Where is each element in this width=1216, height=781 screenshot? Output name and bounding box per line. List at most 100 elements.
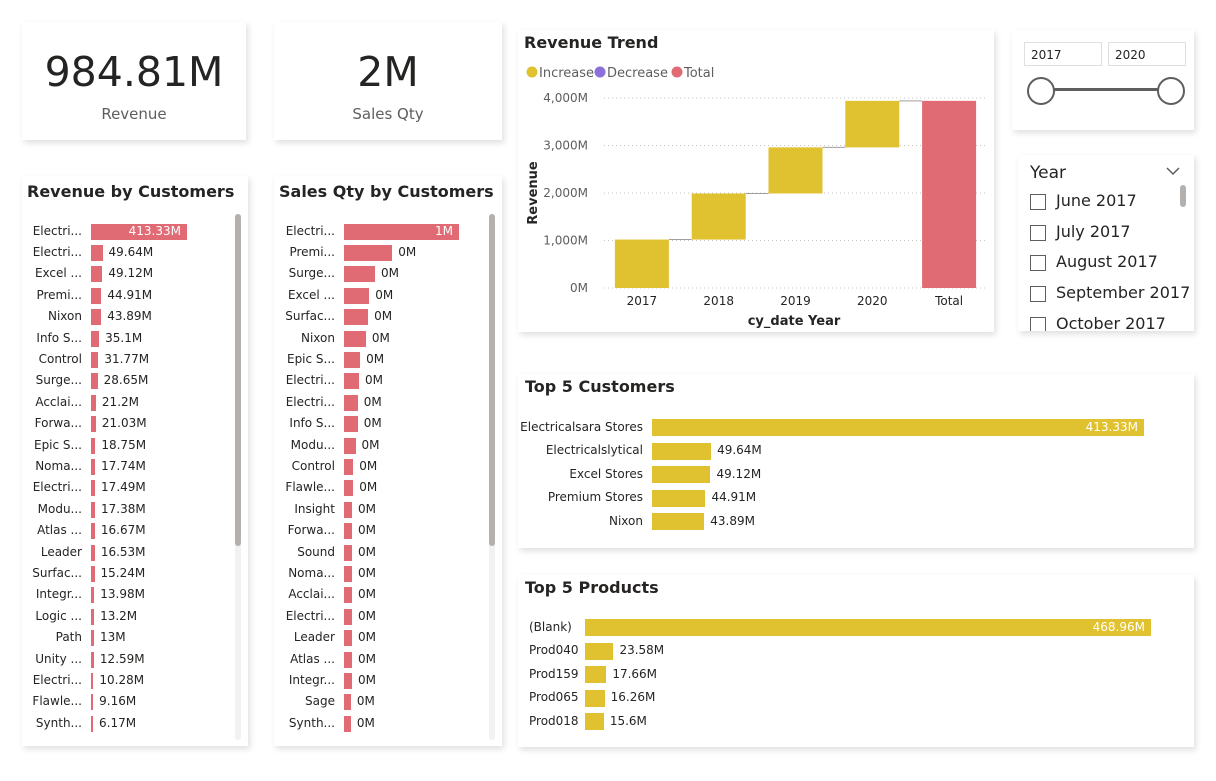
checkbox[interactable] xyxy=(1030,194,1046,210)
top-customer-category-label: Electricalsara Stores xyxy=(520,419,643,434)
sales-qty-by-customer-bar[interactable] xyxy=(344,608,353,625)
revenue-by-customer-bar[interactable] xyxy=(91,651,94,668)
revenue-by-customer-bar[interactable] xyxy=(91,394,96,411)
slider-track[interactable] xyxy=(1040,88,1168,91)
sales-qty-by-customer-bar[interactable] xyxy=(344,672,353,689)
revenue-by-customer-value-label: 16.53M xyxy=(100,544,146,559)
sales-qty-by-customer-bar[interactable] xyxy=(344,651,353,668)
start-year-input[interactable]: 2017 xyxy=(1024,42,1102,66)
revenue-by-customer-bar[interactable] xyxy=(91,565,95,582)
sales-qty-by-customer-bar[interactable] xyxy=(344,330,366,347)
top-5-customers-title: Top 5 Customers xyxy=(525,377,675,396)
revenue-by-customer-bar[interactable] xyxy=(91,523,95,540)
y-tick-label: 3,000M xyxy=(543,139,588,153)
sales-qty-by-customer-category-label: Insight xyxy=(294,501,335,516)
top-product-bar[interactable] xyxy=(585,642,614,660)
revenue-by-customer-bar[interactable] xyxy=(91,544,95,561)
sales-qty-by-customer-category-label: Electri... xyxy=(285,394,335,409)
sales-qty-by-customer-category-label: Sound xyxy=(297,544,335,559)
sales-qty-by-customer-bar[interactable] xyxy=(344,458,354,475)
revenue-by-customer-bar[interactable] xyxy=(91,351,99,368)
revenue-trend-chart: Increase Decrease Total 0M 1,000M 2,000M 3,000… xyxy=(526,66,988,329)
x-tick-label: Total xyxy=(934,294,963,308)
sales-qty-by-customer-bar[interactable] xyxy=(344,694,351,711)
sales-qty-by-customer-bar[interactable] xyxy=(344,715,351,732)
revenue-by-customer-bar[interactable] xyxy=(91,330,100,347)
sales-qty-by-customer-category-label: Nixon xyxy=(301,330,335,345)
sales-qty-by-customer-bar[interactable] xyxy=(344,244,393,261)
sales-qty-by-customer-bar[interactable] xyxy=(344,501,353,518)
sales-qty-by-customer-bar[interactable] xyxy=(344,394,358,411)
revenue-by-customer-bar[interactable] xyxy=(91,501,96,518)
revenue-by-customer-bar[interactable] xyxy=(91,458,96,475)
sales-qty-by-customer-value-label: 0M xyxy=(358,565,377,580)
revenue-by-customer-category-label: Unity ... xyxy=(35,651,82,666)
sales-qty-by-customer-bar[interactable] xyxy=(344,373,359,390)
top-customer-bar[interactable] xyxy=(652,489,706,507)
revenue-by-customer-value-label: 6.17M xyxy=(99,715,137,730)
revenue-by-customers-scroll-thumb[interactable] xyxy=(235,214,241,546)
top-product-bar[interactable] xyxy=(585,689,605,707)
revenue-by-customer-bar[interactable] xyxy=(91,480,96,497)
x-axis-title: cy_date Year xyxy=(748,314,841,329)
sales-qty-by-customer-bar[interactable] xyxy=(344,480,354,497)
revenue-by-customer-bar[interactable] xyxy=(91,266,103,283)
revenue-by-customer-bar[interactable] xyxy=(91,608,95,625)
sales-qty-by-customer-bar[interactable] xyxy=(344,416,358,433)
slider-end-handle[interactable] xyxy=(1157,77,1185,105)
sales-qty-by-customer-value-label: 0M xyxy=(375,287,394,302)
revenue-by-customer-bar[interactable] xyxy=(91,373,98,390)
revenue-by-customer-value-label: 17.49M xyxy=(101,480,146,495)
slider-start-handle[interactable] xyxy=(1027,77,1055,105)
chevron-down-icon[interactable] xyxy=(1166,167,1180,177)
top-product-bar[interactable] xyxy=(585,666,607,683)
sales-qty-by-customer-value-label: 0M xyxy=(358,501,377,516)
revenue-by-customer-value-label: 43.89M xyxy=(107,309,152,324)
revenue-by-customer-category-label: Modu... xyxy=(37,501,82,516)
sales-qty-by-customer-bar[interactable] xyxy=(344,544,353,561)
top-5-products-visual: Top 5 Products (Blank) 468.96M Prod040 23.5… xyxy=(518,575,1194,747)
sales-qty-by-customer-bar[interactable] xyxy=(344,565,353,582)
revenue-by-customer-category-label: Acclai... xyxy=(35,394,82,409)
sales-qty-by-customer-category-label: Control xyxy=(291,458,335,473)
revenue-by-customer-bar[interactable] xyxy=(91,416,96,433)
top-customer-bar[interactable] xyxy=(652,466,711,483)
top-customer-bar[interactable] xyxy=(652,442,712,460)
sales-qty-by-customers-scroll-thumb[interactable] xyxy=(489,214,495,546)
sales-qty-by-customer-bar[interactable] xyxy=(344,351,361,368)
revenue-by-customer-bar[interactable] xyxy=(91,672,94,689)
checkbox[interactable] xyxy=(1030,224,1046,241)
revenue-by-customer-bar[interactable] xyxy=(91,309,102,326)
checkbox[interactable] xyxy=(1030,255,1046,272)
revenue-by-customer-bar[interactable] xyxy=(91,437,96,454)
top-product-category-label: Prod065 xyxy=(529,690,579,704)
sales-qty-by-customer-bar[interactable] xyxy=(344,587,353,604)
checkbox[interactable] xyxy=(1030,316,1046,331)
top-customer-bar[interactable] xyxy=(652,513,705,530)
sales-qty-by-customer-bar[interactable] xyxy=(344,309,369,326)
sales-qty-by-customer-bar[interactable] xyxy=(344,266,376,283)
year-slicer-item-label: October 2017 xyxy=(1056,313,1166,331)
revenue-by-customer-bar[interactable] xyxy=(91,287,102,304)
sales-qty-by-customers-title: Sales Qty by Customers xyxy=(279,182,494,201)
sales-qty-by-customer-value-label: 0M xyxy=(398,244,417,259)
top-product-bar[interactable] xyxy=(585,713,604,730)
sales-qty-by-customer-bar[interactable] xyxy=(344,437,356,454)
revenue-by-customer-bar[interactable] xyxy=(91,694,94,711)
sales-qty-by-customer-bar[interactable] xyxy=(344,287,370,304)
revenue-by-customer-bar[interactable] xyxy=(91,244,103,261)
sales-qty-by-customer-value-label: 1M xyxy=(435,223,453,238)
revenue-by-customer-bar[interactable] xyxy=(91,715,93,732)
y-tick-label: 4,000M xyxy=(543,91,588,105)
sales-qty-by-customer-bar[interactable] xyxy=(344,630,353,647)
top-customer-value-label: 49.12M xyxy=(716,466,762,481)
year-slicer-scroll-thumb[interactable] xyxy=(1180,185,1186,207)
end-year-input[interactable]: 2020 xyxy=(1108,42,1186,66)
revenue-by-customer-bar[interactable] xyxy=(91,630,95,647)
sales-qty-by-customer-category-label: Leader xyxy=(293,630,335,645)
revenue-by-customer-category-label: Forwa... xyxy=(34,416,82,431)
checkbox[interactable] xyxy=(1030,286,1046,303)
revenue-by-customer-bar[interactable] xyxy=(91,587,95,604)
revenue-by-customer-value-label: 21.2M xyxy=(101,394,139,409)
sales-qty-by-customer-bar[interactable] xyxy=(344,523,353,540)
